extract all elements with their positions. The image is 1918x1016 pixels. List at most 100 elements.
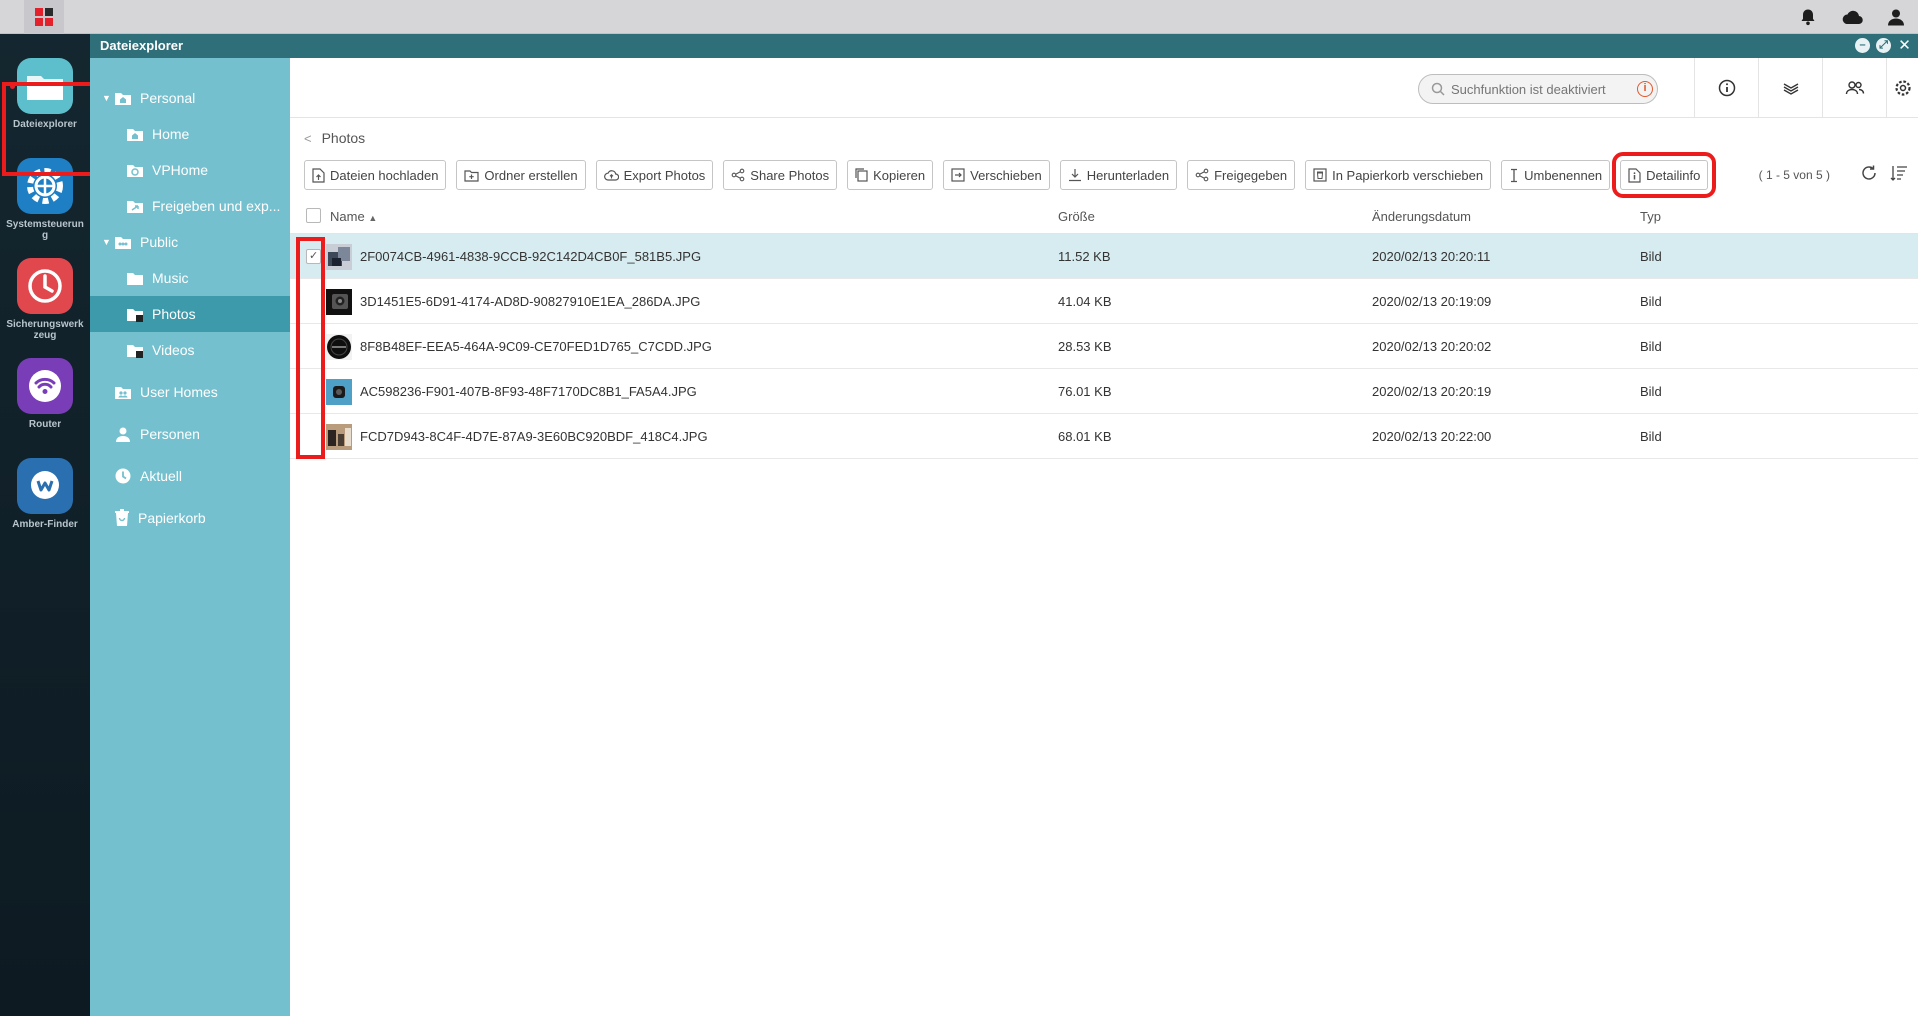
column-header-size[interactable]: Größe (1058, 209, 1095, 224)
info-icon (1718, 79, 1735, 97)
tree-item-vphome[interactable]: VPHome (90, 152, 290, 188)
tree-item-papierkorb[interactable]: Papierkorb (90, 500, 290, 536)
cloud-icon[interactable] (1830, 0, 1874, 34)
tree-item-public[interactable]: ▼ Public (90, 224, 290, 260)
file-name[interactable]: AC598236-F901-407B-8F93-48F7170DC8B1_FA5… (360, 384, 697, 399)
window-title: Dateiexplorer (100, 38, 184, 53)
minimize-icon[interactable]: – (1855, 38, 1870, 53)
upload-button[interactable]: Dateien hochladen (304, 160, 447, 190)
file-list-pane: i < Photos Dateien hochladen Ordner erst… (290, 58, 1918, 1016)
dock-app-amber-finder[interactable]: Amber-Finder (0, 458, 90, 530)
file-name[interactable]: 8F8B48EF-EEA5-464A-9C09-CE70FED1D765_C7C… (360, 339, 712, 354)
column-header-date[interactable]: Änderungsdatum (1372, 209, 1471, 224)
tree-item-personal[interactable]: ▼ Personal (90, 80, 290, 116)
details-label: Detailinfo (1646, 167, 1701, 183)
column-header-name[interactable]: Name ▲ (330, 209, 377, 224)
sort-menu-icon[interactable] (1890, 164, 1908, 185)
breadcrumb: < Photos (304, 126, 365, 150)
search-input[interactable] (1451, 81, 1637, 97)
file-name[interactable]: FCD7D943-8C4F-4D7E-87A9-3E60BC920BDF_418… (360, 429, 708, 444)
dock-label: Systemsteuerung (6, 219, 84, 241)
share-folder-icon (126, 199, 144, 214)
tree-item-label: Papierkorb (138, 510, 206, 526)
gear-icon (1894, 80, 1911, 96)
dock-app-router[interactable]: Router (0, 358, 90, 430)
table-row[interactable]: FCD7D943-8C4F-4D7E-87A9-3E60BC920BDF_418… (290, 414, 1918, 459)
tree-item-photos[interactable]: Photos (90, 296, 290, 332)
file-name[interactable]: 2F0074CB-4961-4838-9CCB-92C142D4CB0F_581… (360, 249, 701, 264)
tree-item-personen[interactable]: Personen (90, 416, 290, 452)
window-titlebar: Dateiexplorer – ⤢ ✕ (90, 34, 1918, 58)
export-photos-button[interactable]: Export Photos (595, 160, 714, 190)
breadcrumb-current[interactable]: Photos (322, 130, 366, 146)
tree-item-music[interactable]: Music (90, 260, 290, 296)
tree-item-home[interactable]: Home (90, 116, 290, 152)
table-row[interactable]: 2F0074CB-4961-4838-9CCB-92C142D4CB0F_581… (290, 234, 1918, 279)
file-size: 28.53 KB (1058, 339, 1112, 354)
file-size: 76.01 KB (1058, 384, 1112, 399)
move-button[interactable]: Verschieben (943, 160, 1050, 190)
move-to-trash-button[interactable]: In Papierkorb verschieben (1305, 160, 1492, 190)
content-header: i (290, 58, 1918, 118)
download-label: Herunterladen (1086, 167, 1170, 183)
maximize-icon[interactable]: ⤢ (1876, 38, 1891, 53)
download-button[interactable]: Herunterladen (1059, 160, 1178, 190)
caret-down-icon[interactable]: ▼ (102, 93, 114, 103)
start-menu-button[interactable] (24, 0, 64, 34)
back-chevron-icon[interactable]: < (304, 131, 312, 146)
tree-item-label: VPHome (152, 162, 209, 178)
tree-item-label: Freigeben und exp... (152, 198, 281, 214)
settings-button[interactable] (1886, 58, 1918, 118)
share-icon (731, 168, 745, 182)
folder-icon (126, 343, 144, 358)
clock-icon (114, 467, 132, 485)
info-button[interactable] (1694, 58, 1758, 118)
file-type: Bild (1640, 384, 1662, 399)
select-all-checkbox[interactable] (306, 208, 321, 223)
refresh-icon[interactable] (1860, 164, 1878, 185)
file-type: Bild (1640, 249, 1662, 264)
tree-item-user-homes[interactable]: User Homes (90, 374, 290, 410)
notification-bell-icon[interactable] (1786, 0, 1830, 34)
tree-item-aktuell[interactable]: Aktuell (90, 458, 290, 494)
dock-app-sicherungswerkzeug[interactable]: Sicherungswerkzeug (0, 258, 90, 341)
tasks-button[interactable] (1758, 58, 1822, 118)
app-dock: Dateiexplorer Systemsteuerung Sicherungs… (0, 34, 95, 1016)
share-photos-button[interactable]: Share Photos (723, 160, 838, 190)
tree-item-freigeben[interactable]: Freigeben und exp... (90, 188, 290, 224)
table-row[interactable]: 8F8B48EF-EEA5-464A-9C09-CE70FED1D765_C7C… (290, 324, 1918, 369)
column-header-type[interactable]: Typ (1640, 209, 1661, 224)
move-icon (951, 168, 965, 182)
table-row[interactable]: 3D1451E5-6D91-4174-AD8D-90827910E1EA_286… (290, 279, 1918, 324)
dock-label: Sicherungswerkzeug (6, 319, 84, 341)
shared-label: Freigegeben (1214, 167, 1288, 183)
vp-folder-icon (126, 163, 144, 178)
shared-button[interactable]: Freigegeben (1187, 160, 1296, 190)
close-icon[interactable]: ✕ (1897, 38, 1912, 53)
highlight-frame (2, 82, 95, 176)
folder-plus-icon (464, 169, 480, 182)
users-button[interactable] (1822, 58, 1886, 118)
search-box[interactable]: i (1418, 74, 1658, 104)
home-folder-icon (126, 127, 144, 142)
tree-item-label: Music (152, 270, 189, 286)
details-button[interactable]: Detailinfo (1612, 152, 1717, 198)
rename-button[interactable]: Umbenennen (1501, 160, 1611, 190)
users-folder-icon (114, 385, 132, 400)
tree-item-label: Personal (140, 90, 196, 106)
export-photos-label: Export Photos (623, 167, 706, 183)
file-size: 68.01 KB (1058, 429, 1112, 444)
caret-down-icon[interactable]: ▼ (102, 237, 114, 247)
table-row[interactable]: AC598236-F901-407B-8F93-48F7170DC8B1_FA5… (290, 369, 1918, 414)
tree-item-videos[interactable]: Videos (90, 332, 290, 368)
tree-item-label: Aktuell (140, 468, 183, 484)
user-account-icon[interactable] (1874, 0, 1918, 34)
copy-button[interactable]: Kopieren (847, 160, 934, 190)
rename-label: Umbenennen (1524, 167, 1603, 183)
users-icon (1845, 81, 1864, 95)
file-size: 41.04 KB (1058, 294, 1112, 309)
new-folder-button[interactable]: Ordner erstellen (456, 160, 586, 190)
folder-tree: ▼ Personal Home VPHome Freigeben und exp… (90, 58, 290, 1016)
file-name[interactable]: 3D1451E5-6D91-4174-AD8D-90827910E1EA_286… (360, 294, 700, 309)
new-folder-label: Ordner erstellen (484, 167, 578, 183)
